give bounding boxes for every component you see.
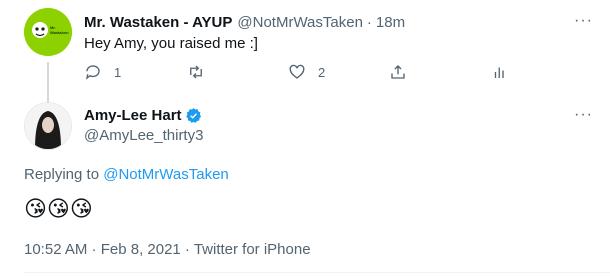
user-handle[interactable]: @AmyLee_thirty3 [84,127,203,144]
main-tweet-header: Amy-Lee Hart [84,107,202,124]
more-options-icon[interactable]: ··· [574,13,593,29]
reply-icon [85,65,100,80]
replying-to-label: Replying to [24,166,100,183]
avatar-image [25,103,71,149]
like-button[interactable]: 2 [288,63,325,81]
avatar[interactable]: Mr. Wastaken [24,8,72,56]
thread-connector [47,62,49,102]
divider [24,272,610,273]
tweet-text: Hey Amy, you raised me :] [84,35,258,52]
tweet-time[interactable]: 18m [376,14,405,31]
share-button[interactable] [389,63,407,81]
retweet-button[interactable] [187,63,217,81]
reply-count: 1 [114,64,122,80]
display-name[interactable]: Amy-Lee Hart [84,107,182,124]
user-handle[interactable]: @NotMrWasTaken [237,14,363,31]
separator-dot: · [366,14,372,31]
share-icon [391,65,405,79]
verified-badge-icon [185,108,201,123]
tweet-timestamp[interactable]: 10:52 AM · Feb 8, 2021 · Twitter for iPh… [24,241,311,258]
more-options-icon[interactable]: ··· [574,107,593,123]
like-count: 2 [318,64,326,80]
heart-icon [289,64,305,79]
replying-to-handle-link[interactable]: @NotMrWasTaken [103,166,229,183]
analytics-icon [494,67,504,78]
display-name[interactable]: Mr. Wastaken - AYUP [84,14,232,31]
analytics-button[interactable] [491,63,509,81]
tweet-emojis: 😘😘😘 [24,196,93,221]
retweet-icon [190,65,202,79]
replying-to: Replying to @NotMrWasTaken [24,166,229,183]
avatar-text: Mr. Wastaken [50,25,69,35]
reply-tweet-header: Mr. Wastaken - AYUP @NotMrWasTaken · 18m [84,14,405,31]
avatar[interactable] [24,102,72,150]
reply-button[interactable]: 1 [84,63,121,81]
